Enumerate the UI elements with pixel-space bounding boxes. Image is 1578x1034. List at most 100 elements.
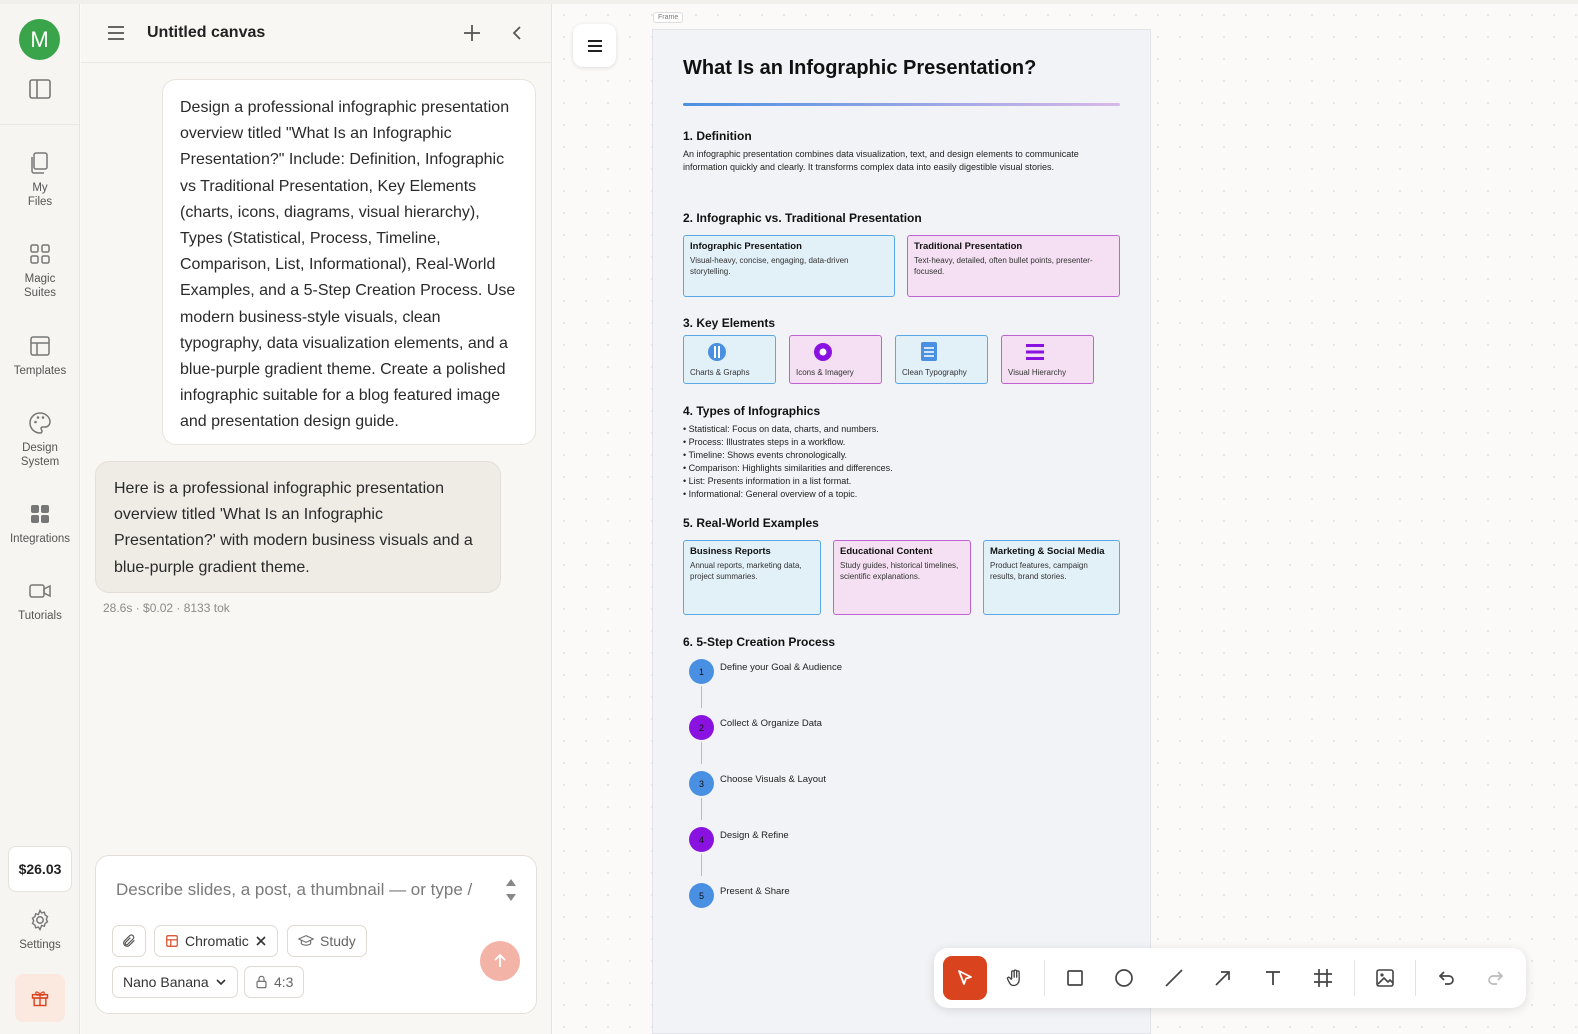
rail-label: Settings bbox=[19, 939, 61, 951]
chevron-left-icon[interactable] bbox=[506, 22, 528, 44]
rail-label: Magic bbox=[24, 273, 56, 285]
avatar[interactable]: M bbox=[19, 19, 60, 60]
section-comparison-title: 2. Infographic vs. Traditional Presentat… bbox=[683, 211, 922, 225]
redo-button[interactable] bbox=[1474, 956, 1518, 1000]
step-connector bbox=[701, 854, 702, 876]
target-icon bbox=[814, 343, 832, 361]
rail-item-templates[interactable]: Templates bbox=[0, 334, 80, 378]
rail-item-my-files[interactable]: My Files bbox=[0, 151, 80, 209]
select-tool[interactable] bbox=[943, 956, 987, 1000]
prompt-input[interactable] bbox=[116, 880, 486, 900]
type-item: • Comparison: Highlights similarities an… bbox=[683, 463, 893, 473]
type-item: • Informational: General overview of a t… bbox=[683, 489, 858, 499]
rail-label: Design bbox=[22, 442, 58, 454]
rail-label: System bbox=[20, 456, 60, 468]
credit-balance[interactable]: $26.03 bbox=[8, 846, 72, 892]
close-icon[interactable] bbox=[255, 935, 267, 947]
card-body: Visual-heavy, concise, engaging, data-dr… bbox=[690, 256, 849, 276]
video-icon bbox=[29, 584, 51, 598]
graduation-cap-icon bbox=[298, 935, 314, 946]
key-element-label: Visual Hierarchy bbox=[1008, 368, 1067, 377]
arrow-up-icon bbox=[494, 953, 506, 967]
files-icon bbox=[31, 152, 48, 174]
layout-icon bbox=[166, 935, 178, 947]
model-select[interactable]: Nano Banana bbox=[112, 966, 238, 998]
palette-icon bbox=[29, 412, 51, 434]
card-body: Product features, campaign results, bran… bbox=[990, 561, 1088, 581]
rail-label: Tutorials bbox=[18, 610, 62, 622]
rail-item-design-system[interactable]: Design System bbox=[0, 411, 80, 469]
rail-divider bbox=[0, 124, 80, 125]
card-title: Marketing & Social Media bbox=[990, 546, 1105, 557]
section-definition-title: 1. Definition bbox=[683, 129, 752, 143]
key-element-icons: Icons & Imagery bbox=[789, 335, 882, 384]
infographic-frame[interactable] bbox=[652, 29, 1151, 1034]
section-types-title: 4. Types of Infographics bbox=[683, 404, 821, 418]
gradient-divider bbox=[683, 103, 1120, 106]
ratio-chip[interactable]: 4:3 bbox=[244, 966, 305, 998]
plus-icon[interactable] bbox=[461, 22, 483, 44]
key-element-charts: Charts & Graphs bbox=[683, 335, 776, 384]
type-item: • Process: Illustrates steps in a workfl… bbox=[683, 437, 846, 447]
arrow-tool[interactable] bbox=[1201, 956, 1245, 1000]
key-element-typography: Clean Typography bbox=[895, 335, 988, 384]
chat-header: Untitled canvas bbox=[81, 4, 552, 63]
lock-icon bbox=[256, 975, 267, 989]
left-rail: M My Files Magic Suites Templates Design… bbox=[0, 4, 80, 1034]
canvas-toolbar bbox=[934, 948, 1526, 1008]
composer: Chromatic Study Nano Banana 4:3 bbox=[95, 855, 537, 1014]
rail-label: Suites bbox=[24, 287, 56, 299]
message-meta: 28.6s · $0.02 · 8133 tok bbox=[103, 601, 230, 615]
rail-label: Files bbox=[27, 196, 53, 208]
type-item: • Statistical: Focus on data, charts, an… bbox=[683, 424, 879, 434]
pie-chart-icon bbox=[708, 343, 726, 361]
frame-label[interactable]: Frame bbox=[653, 12, 684, 23]
section-examples-title: 5. Real-World Examples bbox=[683, 516, 819, 530]
card-body: Annual reports, marketing data, project … bbox=[690, 561, 802, 581]
line-tool[interactable] bbox=[1152, 956, 1196, 1000]
card-title: Business Reports bbox=[690, 546, 771, 557]
infographic-title: What Is an Infographic Presentation? bbox=[683, 57, 1037, 79]
style-chip[interactable]: Chromatic bbox=[154, 925, 278, 957]
attach-button[interactable] bbox=[112, 925, 146, 957]
undo-button[interactable] bbox=[1424, 956, 1468, 1000]
text-tool[interactable] bbox=[1251, 956, 1295, 1000]
step-connector bbox=[701, 742, 702, 764]
frame-icon bbox=[1314, 969, 1332, 987]
chat-panel: Untitled canvas Design a professional in… bbox=[81, 4, 552, 1034]
hamburger-icon[interactable] bbox=[105, 22, 127, 44]
paperclip-icon bbox=[123, 934, 135, 947]
card-title: Traditional Presentation bbox=[914, 241, 1023, 252]
style-chip-label: Chromatic bbox=[185, 933, 249, 949]
step-number: 4 bbox=[689, 827, 714, 852]
study-chip[interactable]: Study bbox=[287, 925, 367, 957]
rail-item-integrations[interactable]: Integrations bbox=[0, 502, 80, 546]
step-label: Design & Refine bbox=[720, 830, 789, 841]
canvas-title[interactable]: Untitled canvas bbox=[147, 24, 265, 42]
stepper-icon[interactable] bbox=[504, 875, 518, 905]
card-body: Study guides, historical timelines, scie… bbox=[840, 561, 959, 581]
menu-icon bbox=[587, 39, 602, 52]
example-card-educational: Educational Content Study guides, histor… bbox=[833, 540, 971, 615]
step-number: 5 bbox=[689, 883, 714, 908]
image-tool[interactable] bbox=[1363, 956, 1407, 1000]
gift-button[interactable] bbox=[15, 974, 65, 1022]
rail-item-settings[interactable]: Settings bbox=[0, 908, 80, 952]
frame-tool[interactable] bbox=[1301, 956, 1345, 1000]
sidebar-toggle-icon[interactable] bbox=[29, 79, 51, 99]
arrow-icon bbox=[1215, 971, 1230, 986]
ellipse-tool[interactable] bbox=[1102, 956, 1146, 1000]
send-button[interactable] bbox=[480, 941, 520, 981]
model-select-label: Nano Banana bbox=[123, 974, 209, 990]
rail-item-tutorials[interactable]: Tutorials bbox=[0, 579, 80, 623]
rectangle-tool[interactable] bbox=[1053, 956, 1097, 1000]
canvas-menu-button[interactable] bbox=[573, 24, 616, 67]
step-number: 1 bbox=[689, 659, 714, 684]
hand-tool[interactable] bbox=[993, 956, 1037, 1000]
comparison-card-traditional: Traditional Presentation Text-heavy, det… bbox=[907, 235, 1120, 297]
canvas-area[interactable]: Frame What Is an Infographic Presentatio… bbox=[553, 4, 1578, 1034]
rail-label: Templates bbox=[13, 365, 67, 377]
rail-item-magic-suites[interactable]: Magic Suites bbox=[0, 242, 80, 300]
line-icon bbox=[1165, 969, 1183, 987]
toolbar-divider bbox=[1415, 960, 1416, 996]
